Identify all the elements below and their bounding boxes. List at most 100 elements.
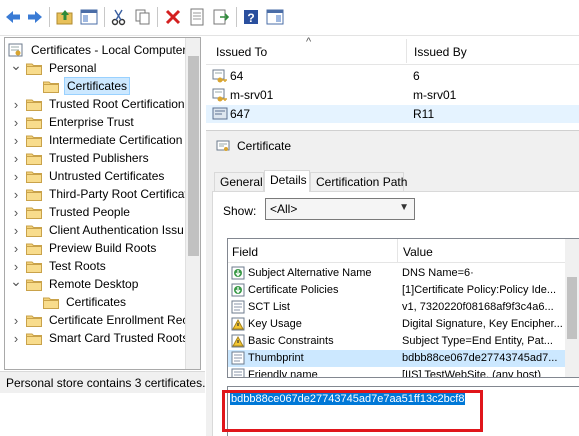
tree-item[interactable]: › Trusted Root Certification <box>10 95 187 113</box>
field-value: [1]Certificate Policy:Policy Ide... <box>402 284 557 296</box>
field-row[interactable]: Thumbprint bdbb88ce067de27743745ad7... <box>228 350 566 367</box>
field-name: Key Usage <box>248 318 302 330</box>
back-button[interactable] <box>4 8 22 26</box>
tree-item[interactable]: › Third-Party Root Certificat <box>10 185 190 203</box>
folder-icon <box>26 243 42 255</box>
chevron-down-icon[interactable]: ⌄ <box>10 272 22 290</box>
cert-field-warning-icon <box>231 334 245 348</box>
up-one-level-button[interactable] <box>56 8 74 26</box>
chevron-right-icon[interactable]: › <box>10 185 22 203</box>
cut-button[interactable] <box>110 8 128 26</box>
tree-item[interactable]: › Trusted People <box>10 203 132 221</box>
field-row[interactable]: Friendly name [IIS] TestWebSite, (any hos… <box>228 367 566 377</box>
tree-item[interactable]: › Intermediate Certification <box>10 131 184 149</box>
fields-scrollbar-thumb[interactable] <box>567 277 577 339</box>
tree-root[interactable]: Certificates - Local Computer <box>8 41 188 59</box>
dialog-title-text: Certificate <box>237 139 292 153</box>
field-name: Subject Alternative Name <box>248 267 372 279</box>
chevron-down-icon[interactable]: ⌄ <box>10 56 22 74</box>
chevron-right-icon[interactable]: › <box>10 329 22 347</box>
tab-general[interactable]: General <box>214 172 264 191</box>
folder-icon <box>26 153 42 165</box>
certificate-list[interactable]: Issued To ^ Issued By 64 6 m-srv01 m-srv01 6… <box>206 36 579 127</box>
column-divider[interactable] <box>397 239 398 263</box>
svg-text:?: ? <box>247 11 254 25</box>
properties-icon <box>190 8 204 26</box>
tree-item-label: Certificates <box>64 77 131 95</box>
tree-item[interactable]: › Smart Card Trusted Roots <box>10 329 190 347</box>
tree-item[interactable]: › Test Roots <box>10 257 108 275</box>
chevron-right-icon[interactable]: › <box>10 95 22 113</box>
tree-item[interactable]: › Untrusted Certificates <box>10 167 166 185</box>
tab-certification-path[interactable]: Certification Path <box>310 172 407 191</box>
show-dropdown[interactable]: <All> ▼ <box>265 198 415 220</box>
chevron-right-icon[interactable]: › <box>10 113 22 131</box>
fields-list[interactable]: Field Value Subject Alternative Name DNS … <box>227 238 579 378</box>
chevron-right-icon[interactable]: › <box>10 167 22 185</box>
show-label: Show: <box>223 204 257 218</box>
certificate-row[interactable]: 647 R11 <box>206 105 579 123</box>
folder-icon <box>26 117 42 129</box>
tree-scrollbar-thumb[interactable] <box>188 56 199 256</box>
delete-button[interactable] <box>164 8 182 26</box>
field-name: Thumbprint <box>248 352 304 364</box>
column-issued-by[interactable]: Issued By <box>414 45 467 59</box>
column-value[interactable]: Value <box>403 245 433 259</box>
tree-item-label: Certificate Enrollment Rec <box>49 313 189 327</box>
toolbar-separator <box>104 7 105 27</box>
tab-details[interactable]: Details <box>264 170 310 192</box>
cert-field-download-icon <box>231 266 245 280</box>
sort-chevron-icon: ^ <box>306 36 312 48</box>
chevron-right-icon[interactable]: › <box>10 149 22 167</box>
export-icon <box>213 9 230 25</box>
tree-item[interactable]: › Certificate Enrollment Rec <box>10 311 190 329</box>
forward-button[interactable] <box>26 8 44 26</box>
field-row[interactable]: SCT List v1, 7320220f08168af9f3c4a6... <box>228 299 566 316</box>
tree-scrollbar[interactable] <box>185 38 200 369</box>
issued-to-cell: 647 <box>230 107 251 121</box>
fields-scrollbar[interactable] <box>565 239 579 377</box>
chevron-down-icon: ▼ <box>399 202 409 213</box>
export-list-button[interactable] <box>212 8 230 26</box>
field-name: SCT List <box>248 301 290 313</box>
properties-button[interactable] <box>188 8 206 26</box>
certificate-key-icon <box>212 88 227 102</box>
tree-item[interactable]: ⌄ Remote Desktop <box>10 272 140 293</box>
column-issued-to[interactable]: Issued To <box>216 45 267 59</box>
tree-item[interactable]: Certificates <box>27 77 131 95</box>
issued-by-cell: R11 <box>413 107 435 121</box>
show-hide-action-pane-button[interactable] <box>266 8 284 26</box>
certificate-row[interactable]: 64 6 <box>206 67 579 85</box>
column-field[interactable]: Field <box>232 245 258 259</box>
field-row[interactable]: Key Usage Digital Signature, Key Encipher… <box>228 316 566 333</box>
tree-item[interactable]: › Preview Build Roots <box>10 239 158 257</box>
column-divider[interactable] <box>406 39 407 63</box>
console-tree[interactable]: Certificates - Local Computer ⌄ Personal C… <box>4 37 201 370</box>
tree-root-label: Certificates - Local Computer <box>31 43 187 57</box>
certificate-row[interactable]: m-srv01 m-srv01 <box>206 86 579 104</box>
field-row[interactable]: Certificate Policies [1]Certificate Polic… <box>228 282 566 299</box>
chevron-right-icon[interactable]: › <box>10 311 22 329</box>
chevron-right-icon[interactable]: › <box>10 131 22 149</box>
tree-item[interactable]: › Client Authentication Issu <box>10 221 186 239</box>
tree-item-label: Third-Party Root Certificat <box>49 187 188 201</box>
chevron-right-icon[interactable]: › <box>10 221 22 239</box>
highlight-annotation-box <box>222 390 483 432</box>
tree-item[interactable]: ⌄ Personal <box>10 56 98 77</box>
show-hide-tree-button[interactable] <box>80 8 98 26</box>
tree-item[interactable]: › Enterprise Trust <box>10 113 136 131</box>
fields-header: Field Value <box>228 239 579 263</box>
tree-item[interactable]: › Trusted Publishers <box>10 149 151 167</box>
help-button[interactable]: ? <box>242 8 260 26</box>
field-value: bdbb88ce067de27743745ad7... <box>402 352 558 364</box>
chevron-right-icon[interactable]: › <box>10 239 22 257</box>
tree-item-label: Untrusted Certificates <box>49 169 165 183</box>
chevron-right-icon[interactable]: › <box>10 203 22 221</box>
tree-item[interactable]: Certificates <box>27 293 128 311</box>
field-row[interactable]: Basic Constraints Subject Type=End Entity… <box>228 333 566 350</box>
tree-item-label: Test Roots <box>49 259 106 273</box>
status-text: Personal store contains 3 certificates. <box>6 376 205 390</box>
copy-button[interactable] <box>134 8 152 26</box>
field-row[interactable]: Subject Alternative Name DNS Name=6· <box>228 265 566 282</box>
